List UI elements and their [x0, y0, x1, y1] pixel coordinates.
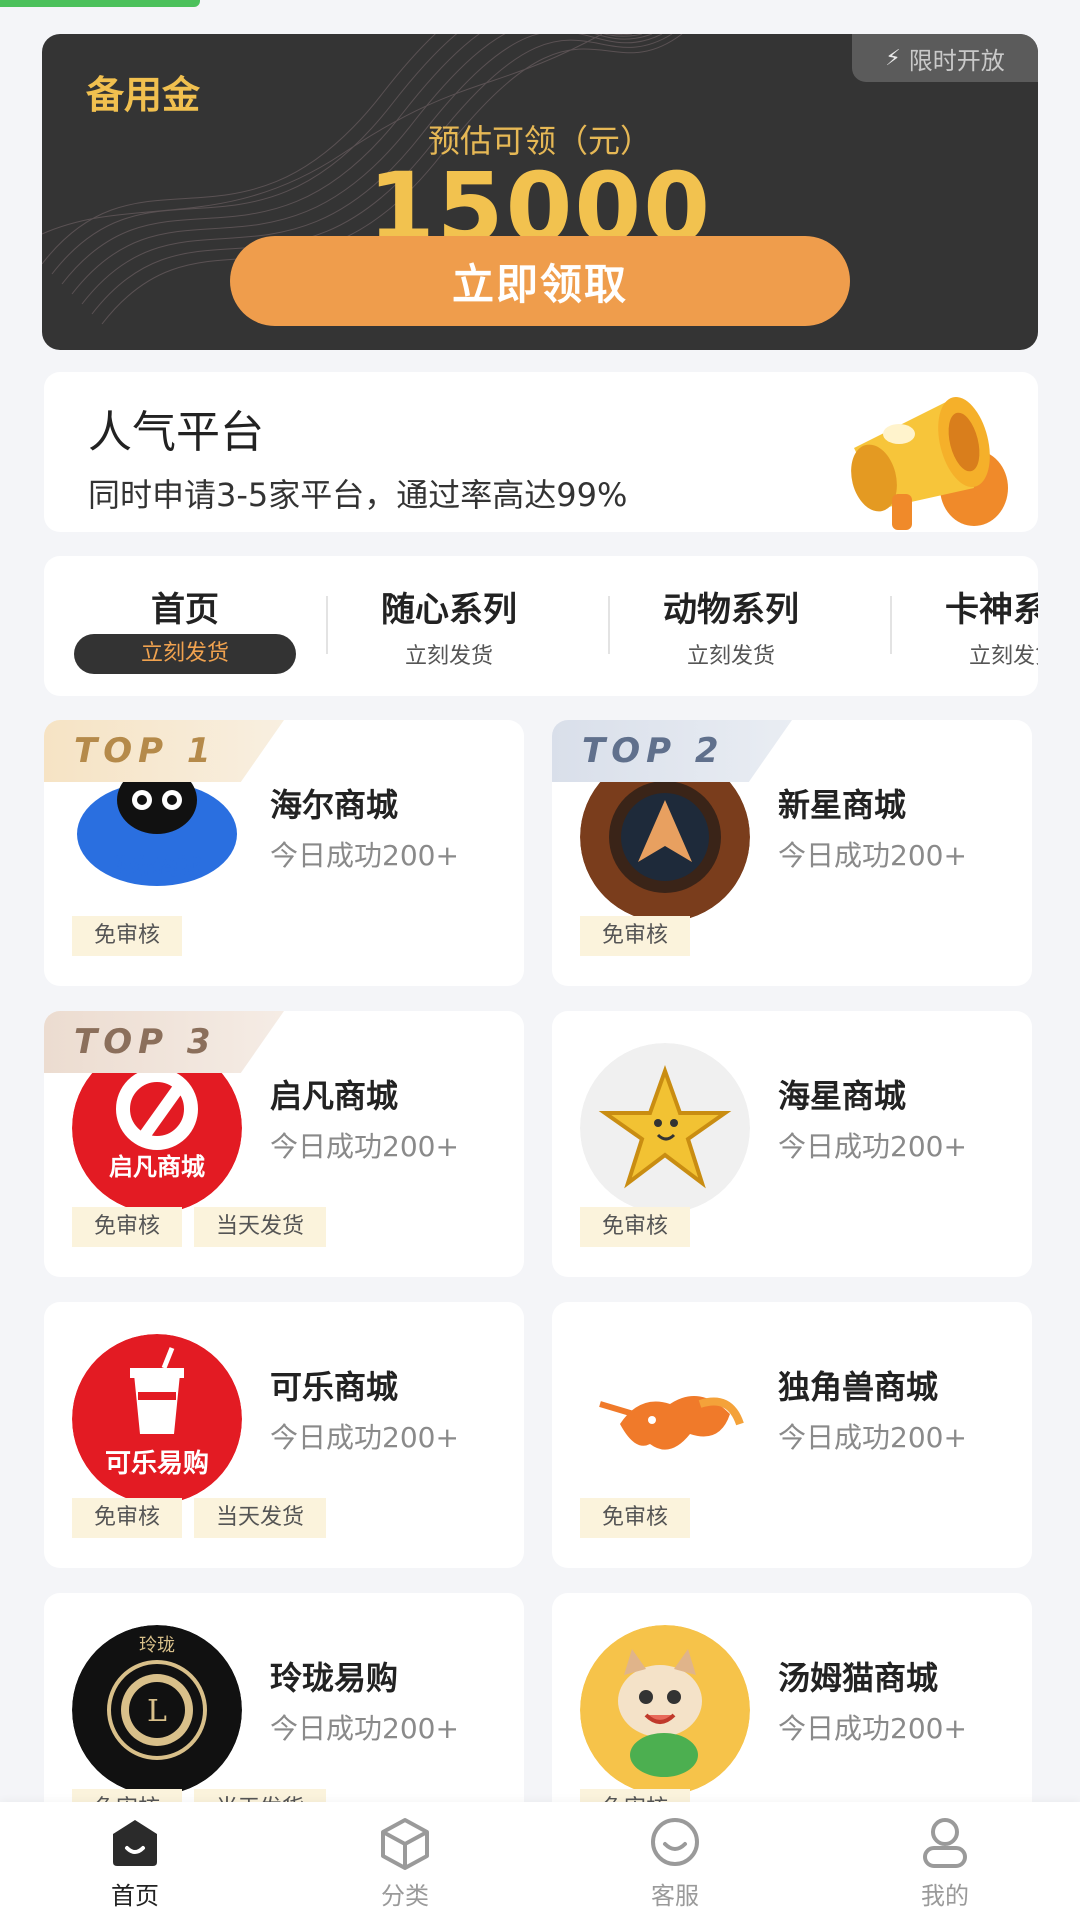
product-card-unicorn[interactable]: 独角兽商城 今日成功200+ 免审核 [552, 1302, 1032, 1568]
tag-no-review: 免审核 [580, 1207, 691, 1247]
tab-home[interactable]: 首页 立刻发货 [44, 556, 326, 696]
product-stat: 今日成功200+ [270, 1130, 459, 1163]
product-tags: 免审核 [580, 916, 691, 956]
nav-label: 分类 [381, 1882, 429, 1910]
product-card-haier[interactable]: 海尔商城 TOP 1 海尔商城 今日成功200+ 免审核 [44, 720, 524, 986]
tab-sublabel: 立刻发货 [968, 644, 1038, 669]
product-name: 玲珑易购 [270, 1659, 399, 1697]
tab-animal-series[interactable]: 动物系列 立刻发货 [620, 556, 902, 696]
starfish-logo [580, 1043, 750, 1213]
linglong-logo-text: 玲珑 [139, 1635, 175, 1656]
product-name: 启凡商城 [270, 1077, 399, 1115]
tag-no-review: 免审核 [72, 916, 183, 956]
linglong-logo: L 玲珑 [72, 1625, 242, 1795]
bottom-navigation: 首页 分类 客服 我的 [0, 1802, 1080, 1920]
rank-ribbon: TOP 2 [552, 720, 792, 782]
service-icon [651, 1818, 699, 1866]
tab-sublabel: 立刻发货 [74, 634, 296, 674]
tab-suixin-series[interactable]: 随心系列 立刻发货 [338, 556, 620, 696]
top-accent-strip [0, 0, 200, 7]
nav-customer-service[interactable]: 客服 [540, 1802, 810, 1920]
product-name: 独角兽商城 [778, 1368, 939, 1406]
tag-same-day-shipping: 当天发货 [194, 1207, 327, 1247]
haier-logo-text: 海尔商城 [113, 854, 201, 880]
tomcat-logo [580, 1625, 750, 1795]
product-tags: 免审核 [580, 1207, 691, 1247]
tab-divider [890, 596, 892, 654]
category-tabs: 首页 立刻发货 随心系列 立刻发货 动物系列 立刻发货 卡神系列 立刻发货 [44, 556, 1038, 696]
tag-no-review: 免审核 [72, 1207, 183, 1247]
reserve-fund-card[interactable]: 备用金 ⚡ 限时开放 预估可领（元） 15000 立即领取 [42, 34, 1038, 350]
tab-label: 随心系列 [381, 590, 517, 630]
nav-profile[interactable]: 我的 [810, 1802, 1080, 1920]
product-card-qifan[interactable]: 启凡商城 TOP 3 启凡商城 今日成功200+ 免审核 当天发货 [44, 1011, 524, 1277]
category-icon [381, 1818, 429, 1870]
claim-now-button[interactable]: 立即领取 [230, 236, 850, 326]
tag-no-review: 免审核 [580, 916, 691, 956]
hero-title: 备用金 [86, 73, 201, 117]
profile-icon [923, 1818, 967, 1868]
product-name: 可乐商城 [270, 1368, 399, 1406]
tab-divider [326, 596, 328, 654]
tab-card-god-series[interactable]: 卡神系列 立刻发货 [902, 556, 1038, 696]
product-name: 海星商城 [778, 1077, 907, 1115]
tab-label: 首页 [151, 590, 219, 630]
product-card-xinxing[interactable]: TOP 2 新星商城 今日成功200+ 免审核 [552, 720, 1032, 986]
product-name: 新星商城 [778, 786, 907, 824]
tag-no-review: 免审核 [580, 1498, 691, 1538]
nav-label: 我的 [921, 1882, 969, 1910]
tab-divider [608, 596, 610, 654]
popular-platform-banner[interactable]: 人气平台 同时申请3-5家平台，通过率高达99% [44, 372, 1038, 532]
tab-label: 动物系列 [663, 590, 799, 630]
product-name: 汤姆猫商城 [778, 1659, 939, 1697]
limited-time-badge: ⚡ 限时开放 [852, 34, 1038, 82]
nav-label: 首页 [111, 1882, 159, 1910]
popular-title: 人气平台 [88, 407, 264, 458]
product-card-haixing[interactable]: 海星商城 今日成功200+ 免审核 [552, 1011, 1032, 1277]
product-tags: 免审核 当天发货 [72, 1207, 327, 1247]
lightning-icon: ⚡ [885, 45, 901, 71]
product-stat: 今日成功200+ [778, 1712, 967, 1745]
unicorn-logo [580, 1334, 750, 1504]
product-tags: 免审核 [580, 1498, 691, 1538]
tab-sublabel: 立刻发货 [686, 644, 775, 669]
qifan-logo-text: 启凡商城 [109, 1153, 205, 1181]
svg-text:L: L [147, 1694, 167, 1729]
tag-no-review: 免审核 [72, 1498, 183, 1538]
megaphone-icon [851, 396, 1008, 530]
product-stat: 今日成功200+ [270, 1421, 459, 1454]
rank-ribbon: TOP 3 [44, 1011, 284, 1073]
product-tags: 免审核 [72, 916, 183, 956]
rank-ribbon: TOP 1 [44, 720, 284, 782]
nav-label: 客服 [651, 1882, 699, 1910]
nav-home[interactable]: 首页 [0, 1802, 270, 1920]
home-icon [113, 1820, 157, 1866]
product-stat: 今日成功200+ [270, 839, 459, 872]
nav-category[interactable]: 分类 [270, 1802, 540, 1920]
product-tags: 免审核 当天发货 [72, 1498, 327, 1538]
tab-sublabel: 立刻发货 [404, 644, 493, 669]
tab-label: 卡神系列 [945, 590, 1038, 630]
kele-logo-text: 可乐易购 [105, 1449, 209, 1479]
kele-logo: 可乐易购 [72, 1334, 242, 1504]
product-stat: 今日成功200+ [778, 839, 967, 872]
badge-label: 限时开放 [908, 46, 1005, 75]
product-card-kele[interactable]: 可乐易购 可乐商城 今日成功200+ 免审核 当天发货 [44, 1302, 524, 1568]
popular-description: 同时申请3-5家平台，通过率高达99% [88, 476, 628, 514]
tag-same-day-shipping: 当天发货 [194, 1498, 327, 1538]
product-stat: 今日成功200+ [778, 1421, 967, 1454]
product-stat: 今日成功200+ [270, 1712, 459, 1745]
product-stat: 今日成功200+ [778, 1130, 967, 1163]
product-name: 海尔商城 [270, 786, 399, 824]
